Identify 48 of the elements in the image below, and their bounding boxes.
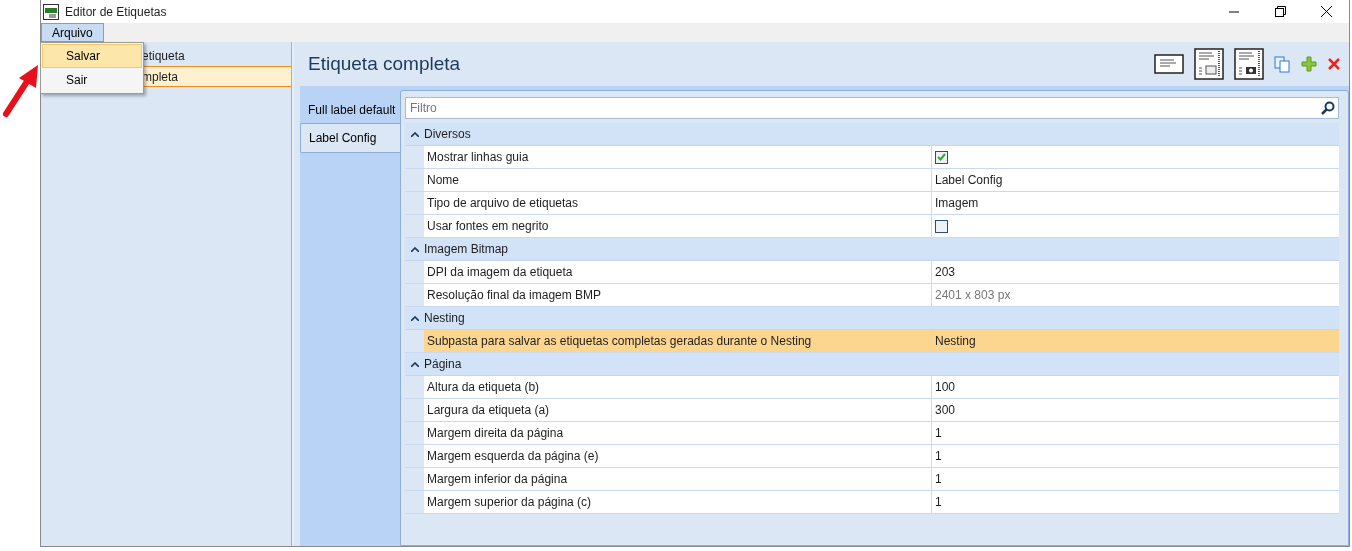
tab[interactable]: Full label default bbox=[300, 96, 400, 123]
property-value: 1 bbox=[935, 426, 942, 440]
property-value: 203 bbox=[935, 265, 956, 279]
property-name: Nome bbox=[427, 173, 459, 187]
property-value: 1 bbox=[935, 495, 942, 509]
arrow-drawing bbox=[2, 64, 39, 118]
checkbox[interactable] bbox=[935, 150, 948, 164]
category-header: Página bbox=[424, 357, 462, 371]
property-name: Subpasta para salvar as etiquetas completas geradas durante o Nesting bbox=[427, 334, 812, 348]
property-name: Tipo de arquivo de etiquetas bbox=[427, 196, 578, 210]
property-value: 1 bbox=[935, 449, 942, 463]
property-value: 100 bbox=[935, 380, 956, 394]
property-value: 300 bbox=[935, 403, 956, 417]
property-value: 2401 x 803 px bbox=[935, 288, 1011, 302]
category-header: Nesting bbox=[424, 311, 465, 325]
category-header: Diversos bbox=[424, 127, 471, 141]
property-name: DPI da imagem da etiqueta bbox=[427, 265, 573, 279]
property-name: Margem inferior da página bbox=[427, 472, 568, 486]
label-image-icon[interactable] bbox=[1194, 48, 1224, 80]
property-name: Altura da etiqueta (b) bbox=[427, 380, 540, 394]
property-name: Mostrar linhas guia bbox=[427, 150, 529, 164]
property-value: 1 bbox=[935, 472, 942, 486]
checkbox[interactable] bbox=[935, 219, 948, 233]
property-value: Imagem bbox=[935, 196, 979, 210]
property-value: Label Config bbox=[935, 173, 1003, 187]
menu-item[interactable]: Arquivo bbox=[41, 23, 104, 42]
label-camera-icon[interactable] bbox=[1234, 48, 1264, 80]
property-name: Usar fontes em negrito bbox=[427, 219, 549, 233]
collapse-icon[interactable] bbox=[410, 246, 419, 252]
menu-item[interactable]: Salvar bbox=[42, 44, 142, 68]
filter-field[interactable]: Filtro bbox=[405, 97, 1339, 119]
property-name: Largura da etiqueta (a) bbox=[427, 403, 550, 417]
property-name: Margem superior da página (c) bbox=[427, 495, 592, 509]
property-value: Nesting bbox=[935, 334, 976, 348]
collapse-icon[interactable] bbox=[410, 361, 419, 367]
category-header: Imagem Bitmap bbox=[424, 242, 509, 256]
search-icon[interactable] bbox=[1321, 101, 1335, 115]
property-name: Margem esquerda da página (e) bbox=[427, 449, 599, 463]
panel-title: Etiqueta completa bbox=[307, 53, 462, 75]
property-name: Resolução final da imagem BMP bbox=[427, 288, 602, 302]
collapse-icon[interactable] bbox=[410, 315, 419, 321]
tab[interactable]: Label Config bbox=[300, 123, 400, 153]
label-icon[interactable] bbox=[1154, 54, 1184, 74]
copy-icon[interactable] bbox=[1274, 55, 1291, 73]
collapse-icon[interactable] bbox=[410, 131, 419, 137]
delete-icon[interactable] bbox=[1327, 57, 1341, 71]
property-name: Margem direita da página bbox=[427, 426, 564, 440]
window-title: Editor de Etiquetas bbox=[65, 4, 168, 19]
